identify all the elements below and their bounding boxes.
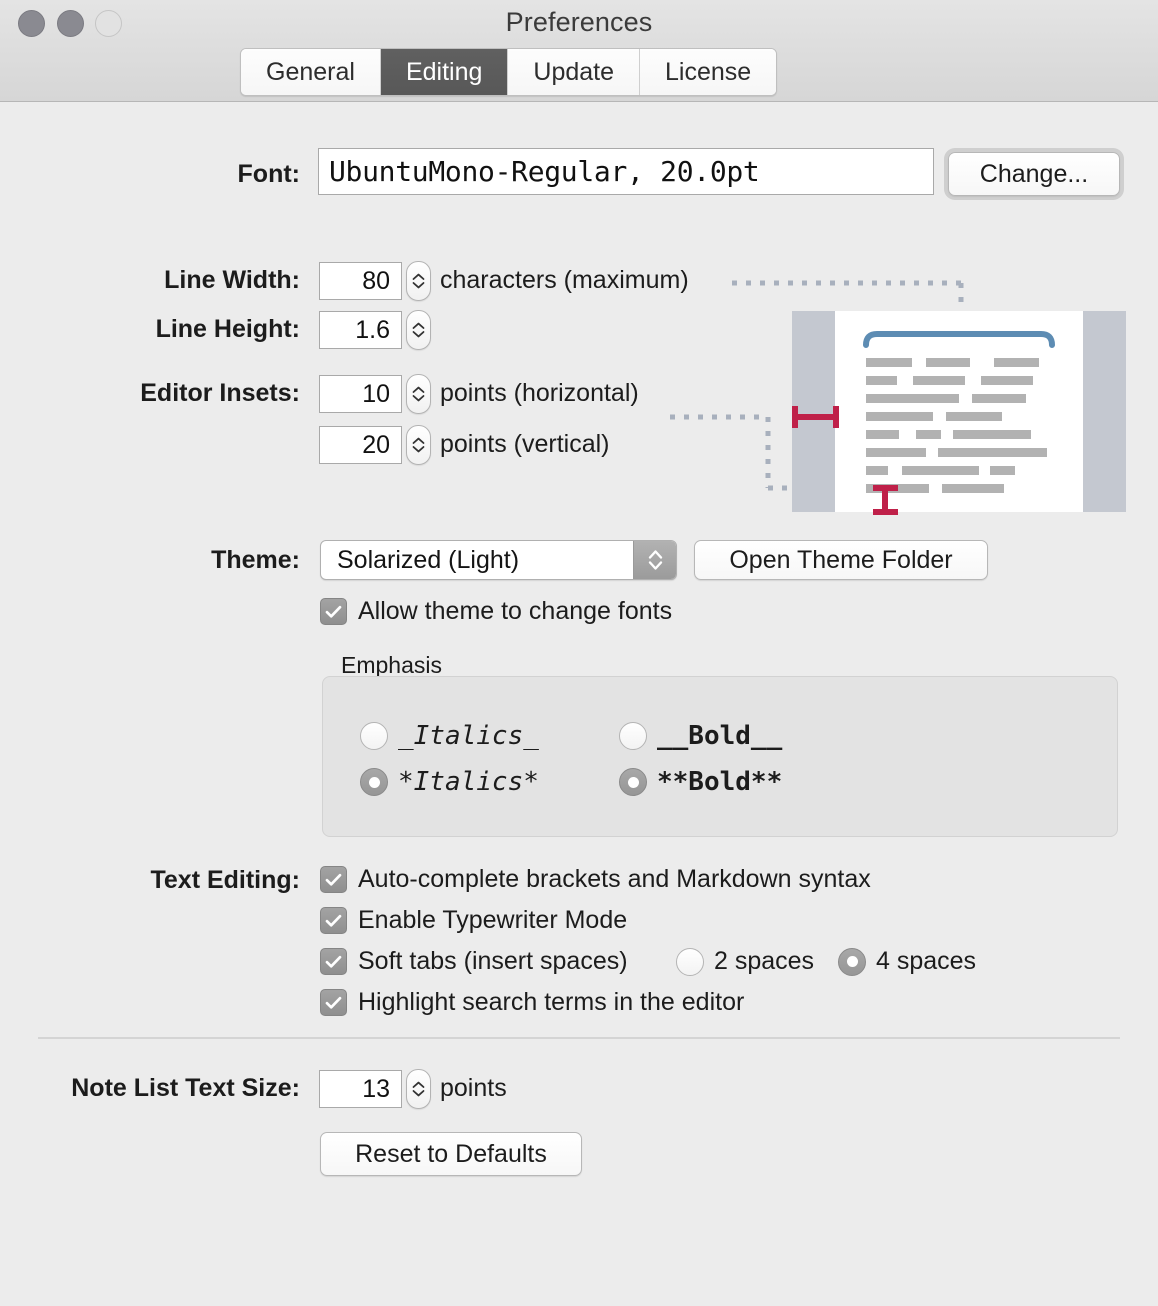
line-height-stepper[interactable] [406, 310, 431, 350]
radio-bold-underscore-label: __Bold__ [657, 721, 783, 751]
line-width-label: Line Width: [164, 266, 300, 294]
highlight-search-checkbox[interactable]: Highlight search terms in the editor [320, 988, 744, 1017]
preferences-tab-bar: General Editing Update License [240, 48, 778, 96]
radio-icon [360, 722, 388, 750]
typewriter-mode-checkbox[interactable]: Enable Typewriter Mode [320, 906, 627, 935]
chevron-up-icon [412, 437, 425, 445]
line-height-input[interactable]: 1.6 [319, 311, 402, 349]
radio-icon [619, 768, 647, 796]
allow-theme-fonts-checkbox[interactable]: Allow theme to change fonts [320, 597, 672, 626]
checkmark-icon [320, 989, 347, 1016]
radio-four-spaces[interactable]: 4 spaces [838, 947, 976, 976]
checkmark-icon [320, 598, 347, 625]
editor-inset-vertical-input[interactable]: 20 [319, 426, 402, 464]
checkmark-icon [320, 866, 347, 893]
note-list-text-size-unit: points [440, 1074, 507, 1102]
line-width-stepper[interactable] [406, 261, 431, 301]
theme-select[interactable]: Solarized (Light) [320, 540, 677, 580]
chevron-down-icon [412, 330, 425, 338]
font-label: Font: [237, 160, 300, 188]
line-width-input[interactable]: 80 [319, 262, 402, 300]
radio-bold-asterisk-label: **Bold** [657, 767, 783, 797]
reset-to-defaults-button[interactable]: Reset to Defaults [320, 1132, 582, 1176]
tab-editing[interactable]: Editing [380, 49, 509, 95]
radio-two-spaces-label: 2 spaces [714, 947, 815, 975]
editor-inset-vertical-unit: points (vertical) [440, 430, 610, 458]
chevron-up-icon [412, 273, 425, 281]
radio-icon [676, 947, 704, 976]
preferences-window: Preferences General Editing Update Licen… [0, 0, 1158, 1306]
emphasis-groupbox [322, 676, 1118, 837]
radio-two-spaces[interactable]: 2 spaces [676, 947, 814, 976]
font-value-field[interactable]: UbuntuMono-Regular, 20.0pt [318, 148, 934, 195]
radio-italics-asterisk[interactable]: *Italics* [360, 767, 539, 797]
tab-general[interactable]: General [241, 49, 381, 95]
tab-license[interactable]: License [640, 49, 777, 95]
chevron-down-icon [412, 394, 425, 402]
radio-italics-asterisk-label: *Italics* [398, 767, 539, 797]
soft-tabs-checkbox[interactable]: Soft tabs (insert spaces) [320, 947, 628, 976]
editor-inset-horizontal-stepper[interactable] [406, 374, 431, 414]
chevron-up-down-icon [633, 541, 676, 579]
theme-label: Theme: [211, 546, 300, 574]
theme-select-value: Solarized (Light) [337, 545, 520, 574]
line-width-unit: characters (maximum) [440, 266, 689, 294]
editor-inset-horizontal-unit: points (horizontal) [440, 379, 639, 407]
checkmark-icon [320, 948, 347, 975]
open-theme-folder-button[interactable]: Open Theme Folder [694, 540, 988, 580]
radio-icon [619, 722, 647, 750]
editor-inset-vertical-stepper[interactable] [406, 425, 431, 465]
editor-layout-preview [660, 262, 1130, 518]
chevron-down-icon [412, 281, 425, 289]
soft-tabs-label: Soft tabs (insert spaces) [358, 947, 628, 975]
radio-four-spaces-label: 4 spaces [876, 947, 977, 975]
section-divider [38, 1037, 1120, 1039]
editor-insets-label: Editor Insets: [140, 379, 300, 407]
radio-bold-asterisk[interactable]: **Bold** [619, 767, 782, 797]
note-list-text-size-stepper[interactable] [406, 1069, 431, 1109]
text-editing-label: Text Editing: [150, 866, 300, 894]
radio-italics-underscore-label: _Italics_ [398, 721, 539, 751]
note-list-text-size-label: Note List Text Size: [71, 1074, 300, 1102]
window-titlebar: Preferences General Editing Update Licen… [0, 0, 1158, 102]
highlight-search-label: Highlight search terms in the editor [358, 988, 745, 1016]
note-list-text-size-input[interactable]: 13 [319, 1070, 402, 1108]
editor-inset-horizontal-input[interactable]: 10 [319, 375, 402, 413]
change-font-button[interactable]: Change... [948, 152, 1120, 196]
radio-icon [838, 947, 866, 976]
tab-update[interactable]: Update [508, 49, 641, 95]
chevron-up-icon [412, 386, 425, 394]
window-title: Preferences [505, 7, 653, 37]
emphasis-group-title: Emphasis [341, 652, 442, 678]
typewriter-mode-label: Enable Typewriter Mode [358, 906, 628, 934]
chevron-down-icon [412, 1089, 425, 1097]
autocomplete-label: Auto-complete brackets and Markdown synt… [358, 865, 871, 893]
autocomplete-checkbox[interactable]: Auto-complete brackets and Markdown synt… [320, 865, 871, 894]
line-height-label: Line Height: [155, 315, 300, 343]
radio-bold-underscore[interactable]: __Bold__ [619, 721, 782, 751]
allow-theme-fonts-label: Allow theme to change fonts [358, 597, 673, 625]
chevron-up-icon [412, 322, 425, 330]
radio-icon [360, 768, 388, 796]
checkmark-icon [320, 907, 347, 934]
chevron-down-icon [412, 445, 425, 453]
radio-italics-underscore[interactable]: _Italics_ [360, 721, 539, 751]
chevron-up-icon [412, 1081, 425, 1089]
